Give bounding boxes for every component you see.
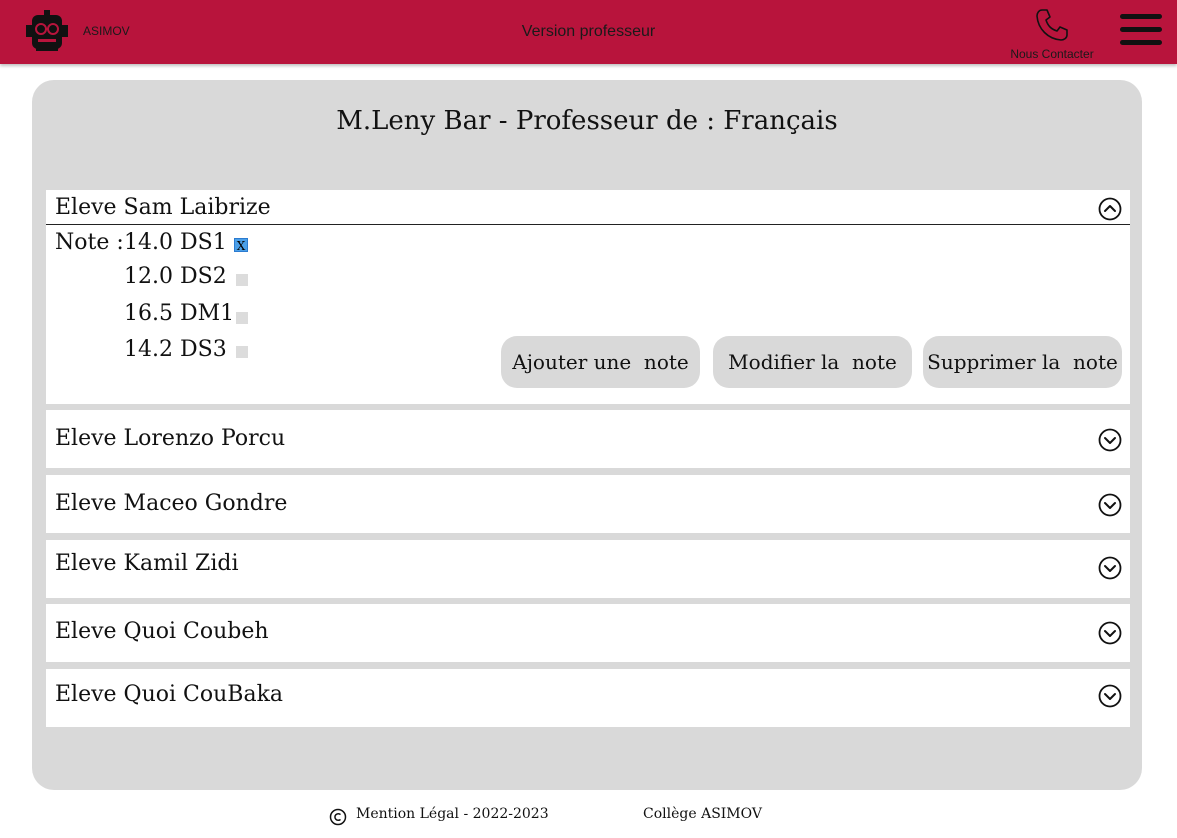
- chevron-down-icon[interactable]: [1098, 556, 1122, 580]
- note-label: Note :: [55, 230, 124, 255]
- student-name: Eleve Maceo Gondre: [55, 491, 288, 516]
- student-card[interactable]: Eleve Maceo Gondre: [46, 475, 1130, 533]
- student-card[interactable]: Eleve Lorenzo Porcu: [46, 410, 1130, 468]
- contact-label: Nous Contacter: [1010, 47, 1094, 61]
- chevron-down-icon[interactable]: [1098, 493, 1122, 517]
- delete-note-button[interactable]: Supprimer la note: [923, 336, 1122, 388]
- school-name: Collège ASIMOV: [643, 806, 762, 822]
- grade-item: 16.5 DM1: [124, 301, 235, 326]
- grade-checkbox-checked[interactable]: X: [234, 238, 248, 253]
- student-name: Eleve Kamil Zidi: [55, 551, 239, 576]
- grade-checkbox[interactable]: [236, 312, 248, 324]
- divider: [46, 224, 1130, 225]
- phone-icon: [1036, 9, 1068, 41]
- student-name: Eleve Quoi Coubeh: [55, 619, 269, 644]
- robot-logo-icon[interactable]: [24, 9, 70, 53]
- student-name: Eleve Quoi CouBaka: [55, 682, 284, 707]
- legal-link[interactable]: Mention Légal - 2022-2023: [356, 806, 549, 822]
- chevron-up-icon[interactable]: [1098, 197, 1122, 221]
- brand-name: ASIMOV: [83, 24, 130, 38]
- hamburger-menu-icon[interactable]: [1120, 14, 1164, 48]
- student-card-expanded: Eleve Sam Laibrize Note : 14.0 DS1 X 12.…: [46, 190, 1130, 404]
- main-panel: M.Leny Bar - Professeur de : Français El…: [32, 80, 1142, 790]
- version-label: Version professeur: [521, 23, 656, 40]
- teacher-title: M.Leny Bar - Professeur de : Français: [336, 106, 838, 136]
- chevron-down-icon[interactable]: [1098, 428, 1122, 452]
- student-card[interactable]: Eleve Quoi Coubeh: [46, 604, 1130, 662]
- grade-checkbox[interactable]: [236, 274, 248, 286]
- top-navbar: ASIMOV Version professeur Nous Contacter: [0, 0, 1177, 64]
- grade-item: 14.0 DS1: [124, 230, 227, 255]
- student-card[interactable]: Eleve Quoi CouBaka: [46, 669, 1130, 727]
- grade-item: 12.0 DS2: [124, 264, 227, 289]
- edit-note-button[interactable]: Modifier la note: [713, 336, 912, 388]
- contact-button[interactable]: Nous Contacter: [1000, 4, 1104, 62]
- student-card[interactable]: Eleve Kamil Zidi: [46, 540, 1130, 598]
- add-note-button[interactable]: Ajouter une note: [501, 336, 700, 388]
- copyright-icon: [329, 808, 347, 826]
- student-name[interactable]: Eleve Sam Laibrize: [55, 195, 271, 220]
- grade-item: 14.2 DS3: [124, 337, 227, 362]
- grade-checkbox[interactable]: [236, 346, 248, 358]
- student-name: Eleve Lorenzo Porcu: [55, 426, 286, 451]
- chevron-down-icon[interactable]: [1098, 684, 1122, 708]
- chevron-down-icon[interactable]: [1098, 621, 1122, 645]
